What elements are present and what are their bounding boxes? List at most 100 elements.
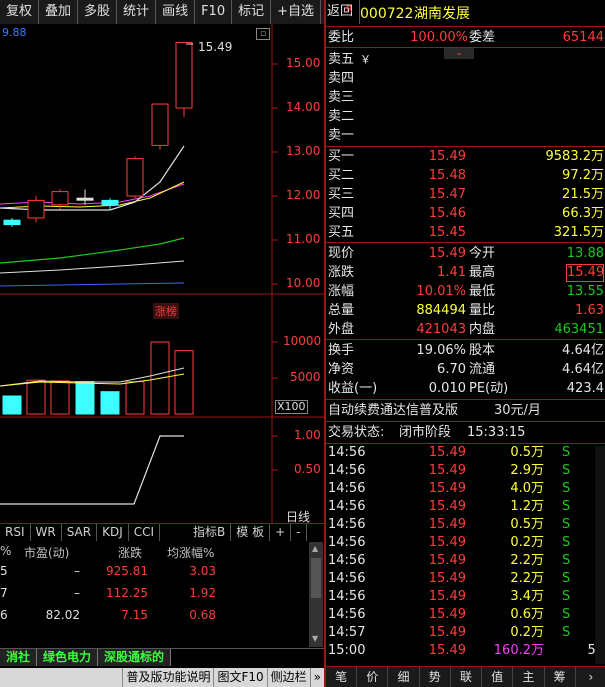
quote-value: 1.63 xyxy=(575,303,604,318)
quote-row: 现价 15.49 今开 13.88 xyxy=(328,244,605,263)
sell-order-row[interactable]: 卖四 xyxy=(328,69,605,88)
quote-label: 量比 xyxy=(469,303,496,318)
tick-price: 15.49 xyxy=(428,535,466,550)
promo-row[interactable]: 自动续费通达信普及版 30元/月 xyxy=(328,401,605,420)
sell-order-row[interactable]: 卖三 xyxy=(328,88,605,107)
toolbar-item-7[interactable]: +自选 xyxy=(271,0,322,24)
weibi-row: 委比 100.00% 委差 65144 xyxy=(328,28,605,47)
buy-order-row[interactable]: 买三 15.47 21.5万 xyxy=(328,185,605,204)
trade-status-row: 交易状态: 闭市阶段 15:33:15 xyxy=(328,423,605,442)
detail-tab-4[interactable]: 联 xyxy=(451,667,483,687)
detail-tab-8[interactable]: › xyxy=(576,667,605,687)
toolbar-item-6[interactable]: 标记 xyxy=(232,0,272,24)
quote-value: 15.49 xyxy=(566,264,605,282)
toolbar-item-1[interactable]: 叠加 xyxy=(39,0,79,24)
indicator-tab-4[interactable]: CCI xyxy=(129,524,161,541)
sector-row[interactable]: 7 – 112.25 1.92 xyxy=(0,586,308,608)
tick-price: 15.49 xyxy=(428,589,466,604)
buy-order-volume: 321.5万 xyxy=(553,225,604,240)
sector-row[interactable]: 5 – 925.81 3.03 xyxy=(0,564,308,586)
settings-icon[interactable]: ▫ xyxy=(256,28,270,40)
tick-time: 14:56 xyxy=(328,607,366,622)
buy-order-row[interactable]: 买二 15.48 97.2万 xyxy=(328,166,605,185)
indicator-tab-2[interactable]: SAR xyxy=(62,524,98,541)
toolbar-item-4[interactable]: 画线 xyxy=(156,0,196,24)
sector-row[interactable]: 6 82.02 7.15 0.68 xyxy=(0,608,308,630)
sell-order-row[interactable]: 卖二 xyxy=(328,107,605,126)
detail-tab-2[interactable]: 细 xyxy=(388,667,420,687)
buy-order-label: 买二 xyxy=(328,168,355,183)
buy-order-row[interactable]: 买五 15.45 321.5万 xyxy=(328,223,605,242)
statusbar-item-2[interactable]: 侧边栏 xyxy=(266,668,310,687)
candle-body xyxy=(151,103,169,146)
stats-row: 换手 19.06% 股本 4.64亿 xyxy=(328,341,605,360)
sell-order-row[interactable]: 卖五 ￥ xyxy=(328,50,605,69)
stats-label: 流通 xyxy=(469,362,496,377)
tick-side: S xyxy=(562,589,571,604)
toolbar-item-0[interactable]: 复权 xyxy=(0,0,40,24)
indicator-tab-6[interactable]: 模 板 xyxy=(231,524,271,541)
buy-order-row[interactable]: 买四 15.46 66.3万 xyxy=(328,204,605,223)
quote-value: 13.88 xyxy=(566,246,604,261)
promo-price[interactable]: 30元/月 xyxy=(494,401,541,420)
detail-tab-6[interactable]: 主 xyxy=(513,667,545,687)
price-tick-label: 10.00 xyxy=(286,276,321,290)
promo-text[interactable]: 自动续费通达信普及版 xyxy=(328,401,458,420)
kline-chart[interactable] xyxy=(0,24,324,524)
detail-tab-1[interactable]: 价 xyxy=(357,667,389,687)
sector-scrollbar[interactable]: ▲ ▼ xyxy=(309,542,323,647)
tick-time: 14:56 xyxy=(328,499,366,514)
indicator-tab-3[interactable]: KDJ xyxy=(97,524,129,541)
stats-row: 净资 6.70 流通 4.64亿 xyxy=(328,360,605,379)
sell-order-label: 卖四 xyxy=(328,71,355,86)
candle-body xyxy=(51,191,69,206)
quote-label: 总量 xyxy=(328,303,355,318)
buy-order-row[interactable]: 买一 15.49 9583.2万 xyxy=(328,147,605,166)
statusbar-item-1[interactable]: 图文F10 xyxy=(213,668,266,687)
scroll-thumb[interactable] xyxy=(311,558,321,598)
indicator-tab-7[interactable]: + xyxy=(270,524,292,541)
quote-label: 今开 xyxy=(469,246,496,261)
toolbar-item-5[interactable]: F10 xyxy=(195,0,233,24)
col-pct: % xyxy=(0,544,12,558)
statusbar-item-0[interactable]: 普及版功能说明 xyxy=(122,668,213,687)
tick-time: 14:56 xyxy=(328,445,366,460)
indicator-tab-1[interactable]: WR xyxy=(31,524,62,541)
sector-tab-2[interactable]: 深股通标的 xyxy=(98,649,172,666)
tick-side: S xyxy=(562,625,571,640)
price-tick-label: 14.00 xyxy=(286,100,321,114)
sell-order-label: 卖三 xyxy=(328,90,355,105)
sector-tab-0[interactable]: 消社 xyxy=(0,649,38,666)
sector-tab-1[interactable]: 绿色电力 xyxy=(37,649,99,666)
indicator-tab-0[interactable]: RSI xyxy=(0,524,31,541)
tick-volume: 160.2万 xyxy=(493,643,544,658)
quote-label: 涨跌 xyxy=(328,265,355,280)
col-pe[interactable]: 市盈(动) xyxy=(24,544,69,561)
buy-order-volume: 66.3万 xyxy=(562,206,604,221)
tick-scrollbar[interactable] xyxy=(595,446,605,664)
candle-body xyxy=(175,41,193,109)
indicator-tab-8[interactable]: - xyxy=(291,524,307,541)
sell-order-row[interactable]: 卖一 xyxy=(328,126,605,145)
col-change[interactable]: 涨跌 xyxy=(118,544,142,561)
buy-order-price: 15.47 xyxy=(428,187,466,202)
detail-tab-7[interactable]: 筹 xyxy=(545,667,576,687)
toolbar-item-2[interactable]: 多股 xyxy=(78,0,118,24)
detail-tab-5[interactable]: 值 xyxy=(482,667,514,687)
tick-price: 15.49 xyxy=(428,571,466,586)
sector-cell-a: 7 xyxy=(0,586,8,600)
scroll-down-arrow[interactable]: ▼ xyxy=(312,634,318,643)
toolbar-item-3[interactable]: 统计 xyxy=(117,0,157,24)
trade-status-label: 交易状态: xyxy=(328,425,385,440)
tick-volume: 0.2万 xyxy=(510,625,544,640)
scroll-up-arrow[interactable]: ▲ xyxy=(312,544,318,553)
col-avg-change[interactable]: 均涨幅% xyxy=(167,544,214,561)
buy-order-label: 买一 xyxy=(328,149,355,164)
sell-order-label: 卖二 xyxy=(328,109,355,124)
detail-tab-3[interactable]: 势 xyxy=(420,667,451,687)
indicator-tab-5[interactable]: 指标B xyxy=(188,524,232,541)
tick-price: 15.49 xyxy=(428,481,466,496)
statusbar-item-3[interactable]: » xyxy=(309,668,324,687)
sector-cell-avg: 0.68 xyxy=(189,608,216,622)
detail-tab-0[interactable]: 笔 xyxy=(326,667,358,687)
